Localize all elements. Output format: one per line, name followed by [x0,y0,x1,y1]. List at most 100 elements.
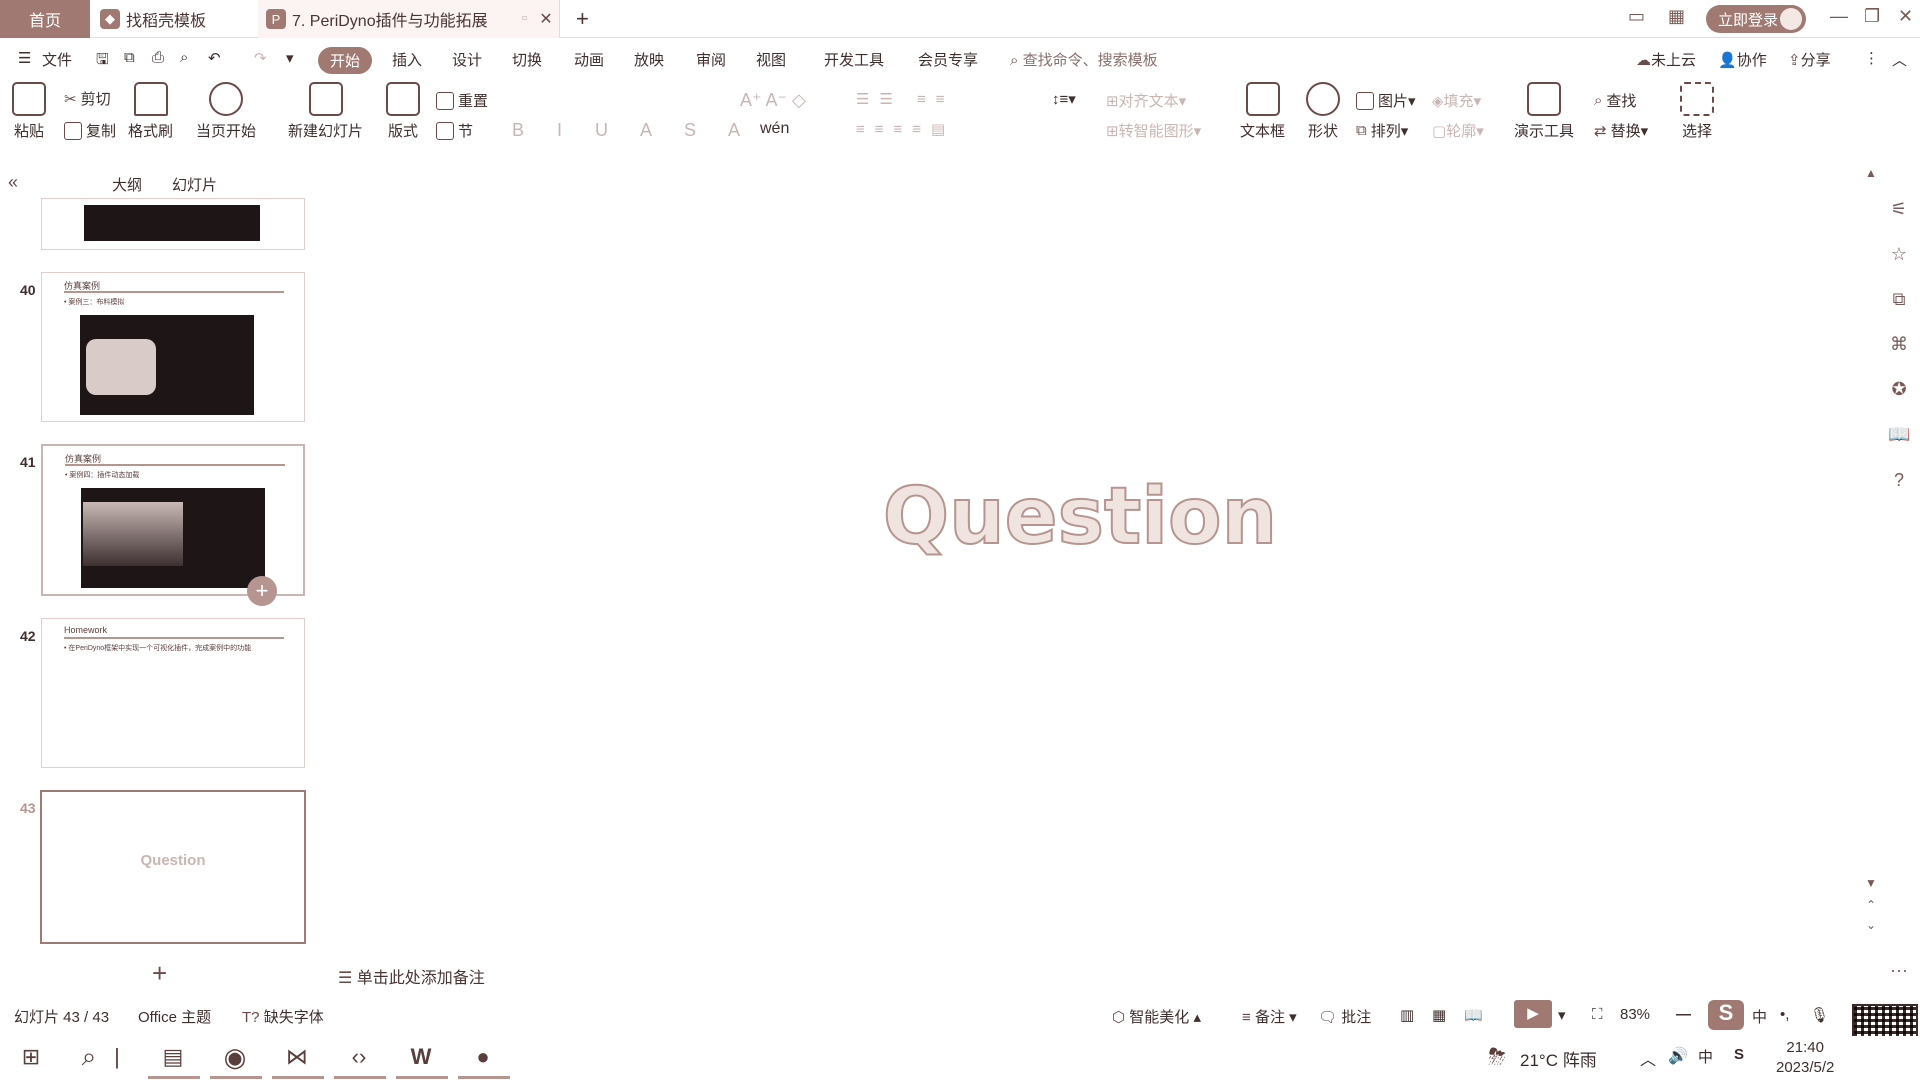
menu-tab-review[interactable]: 审阅 [696,49,726,70]
slide-thumbnail-42[interactable]: Homework • 在PeriDyno框架中实现一个可视化插件，完成案例中的功… [41,618,305,768]
beautify-button[interactable]: ⬡ 智能美化 ▴ [1112,1006,1201,1027]
select-button[interactable]: 选择 [1680,82,1714,141]
adjust-sliders-icon[interactable]: ⚟ [1888,199,1910,221]
slideshow-dropdown-icon[interactable]: ▾ [1558,1006,1566,1024]
more-dots-icon[interactable]: ··· [1888,960,1910,982]
collapse-panel-icon[interactable]: « [8,172,18,193]
tab-slides[interactable]: 幻灯片 [172,174,217,195]
section-button[interactable]: 节 [436,120,473,141]
new-tab-button[interactable]: + [576,0,589,38]
new-slide-button[interactable]: 新建幻灯片 [288,82,363,141]
reset-button[interactable]: 重置 [436,90,488,111]
menu-tab-home[interactable]: 开始 [318,47,373,74]
weather-icon[interactable]: ⛈ [1480,1040,1514,1074]
scroll-down-icon[interactable]: ▼ [1860,876,1882,898]
play-slideshow-button[interactable]: ▶ [1514,1000,1552,1028]
undo-icon[interactable]: ↶ [208,49,221,67]
missing-font-button[interactable]: T? 缺失字体 [242,1006,324,1027]
wps-icon[interactable]: W [404,1040,438,1074]
window-restore-tab-icon[interactable]: ▫ [522,10,528,28]
animation-icon[interactable]: ✪ [1888,379,1910,401]
ime-punctuation-icon[interactable]: •, [1780,1006,1789,1023]
ime-chinese-indicator[interactable]: 中 [1752,1006,1767,1027]
format-painter-button[interactable]: 格式刷 [128,82,173,141]
tray-ime-icon[interactable]: 中 [1698,1046,1713,1067]
transition-icon[interactable]: ⧉ [1888,289,1910,311]
picture-button[interactable]: 图片 ▾ [1356,90,1416,111]
cut-button[interactable]: ✂ 剪切 [64,88,111,109]
quick-access-dropdown-icon[interactable]: ▾ [286,49,294,67]
command-search[interactable]: ⌕ 查找命令、搜索模板 [1010,49,1158,70]
paste-button[interactable]: 粘贴 [12,82,46,141]
sogou-ime-icon[interactable]: S [1708,1000,1744,1030]
zoom-out-icon[interactable]: — [1676,1006,1691,1023]
reading-mode-icon[interactable]: ▭ [1628,6,1645,27]
visual-studio-icon[interactable]: ⋈ [280,1040,314,1074]
reading-view-icon[interactable]: 📖 [1464,1006,1483,1024]
slide-thumbnail-41[interactable]: 仿真案例 • 案例四：插件动态加载 ▶ + [41,444,305,606]
line-spacing-icon[interactable]: ↕≡▾ [1052,90,1076,108]
layout-button[interactable]: 版式 [386,82,420,141]
share-button[interactable]: ⇪分享 [1788,49,1831,70]
export-icon[interactable]: ⧉ [124,49,135,66]
chrome-icon[interactable]: ◉ [218,1040,252,1074]
prev-slide-icon[interactable]: ⌃ [1860,898,1882,920]
shape-button[interactable]: 形状 [1306,82,1340,141]
play-from-current-button[interactable]: 当页开始 [196,82,256,141]
textbox-button[interactable]: 文本框 [1240,82,1285,141]
find-button[interactable]: ⌕ 查找 [1594,90,1636,111]
more-options-icon[interactable]: ⋮ [1864,49,1879,67]
font-style-group[interactable]: B I U A S A [512,120,754,141]
login-button[interactable]: 立即登录 [1706,5,1806,33]
grid-apps-icon[interactable]: ▦ [1668,6,1685,27]
fill-button[interactable]: ◈ 填充 ▾ [1432,90,1481,111]
clock[interactable]: 21:40 2023/5/2 [1776,1038,1834,1078]
slide-thumbnail-39[interactable] [41,198,305,250]
star-icon[interactable]: ☆ [1888,244,1910,266]
menu-tab-insert[interactable]: 插入 [392,49,422,70]
slide-thumbnail-40[interactable]: 仿真案例 • 案例三：布料模拟 [41,272,305,422]
add-slide-button[interactable]: + [152,958,167,989]
volume-icon[interactable]: 🔊 [1668,1046,1688,1066]
phonetic-icon[interactable]: wén [760,120,789,138]
tab-document[interactable]: P 7. PeriDyno插件与功能拓展 ▫ ✕ [258,0,560,38]
print-icon[interactable]: ⎙ [152,49,164,66]
tab-template[interactable]: ◆ 找稻壳模板 [100,0,250,38]
tab-home[interactable]: 首页 [0,0,90,38]
weather-text[interactable]: 21°C 阵雨 [1520,1046,1597,1071]
maximize-icon[interactable]: ❐ [1864,6,1880,27]
menu-tab-design[interactable]: 设计 [452,49,482,70]
hamburger-menu-icon[interactable]: ☰ [18,49,31,67]
collab-button[interactable]: 👤协作 [1718,49,1767,70]
next-slide-icon[interactable]: ⌄ [1860,918,1882,940]
tray-sogou-icon[interactable]: S [1734,1046,1744,1063]
image-edit-icon[interactable]: ⌘ [1888,334,1910,356]
present-tools-button[interactable]: 演示工具 [1514,82,1574,141]
notes-toggle[interactable]: ≡ 备注 ▾ [1242,1006,1297,1027]
align-text-button[interactable]: ⊞ 对齐文本 ▾ [1106,90,1186,111]
menu-tab-animation[interactable]: 动画 [574,49,604,70]
scroll-up-icon[interactable]: ▲ [1860,166,1882,188]
save-icon[interactable]: 🖫 [96,49,109,74]
replace-button[interactable]: ⇄ 替换 ▾ [1594,120,1648,141]
book-icon[interactable]: 📖 [1888,424,1910,446]
redo-icon[interactable]: ↷ [254,49,267,67]
cloud-status[interactable]: ☁未上云 [1636,49,1696,70]
slide-main-text[interactable]: Question [880,471,1280,563]
recorder-app-icon[interactable]: ● [466,1040,500,1074]
outline-button[interactable]: ▢ 轮廓 ▾ [1432,120,1484,141]
help-icon[interactable]: ? [1888,470,1910,492]
file-explorer-icon[interactable]: ▤ [156,1040,190,1074]
fit-window-icon[interactable]: ⛶ [1592,1006,1603,1023]
comment-toggle[interactable]: 🗨 批注 [1318,1006,1371,1027]
preview-icon[interactable]: ⌕ [180,49,188,66]
menu-tab-member[interactable]: 会员专享 [918,49,978,70]
taskbar-search-icon[interactable]: ⌕ [72,1040,106,1074]
menu-tab-view[interactable]: 视图 [756,49,786,70]
zoom-level[interactable]: 83% [1620,1006,1650,1023]
tab-outline[interactable]: 大纲 [112,174,142,195]
copy-button[interactable]: 复制 [64,120,116,141]
windows-start-icon[interactable]: ⊞ [14,1040,48,1074]
collapse-ribbon-icon[interactable]: ︿ [1892,49,1907,70]
align-group[interactable]: ≡≡≡≡▤ [856,120,955,138]
